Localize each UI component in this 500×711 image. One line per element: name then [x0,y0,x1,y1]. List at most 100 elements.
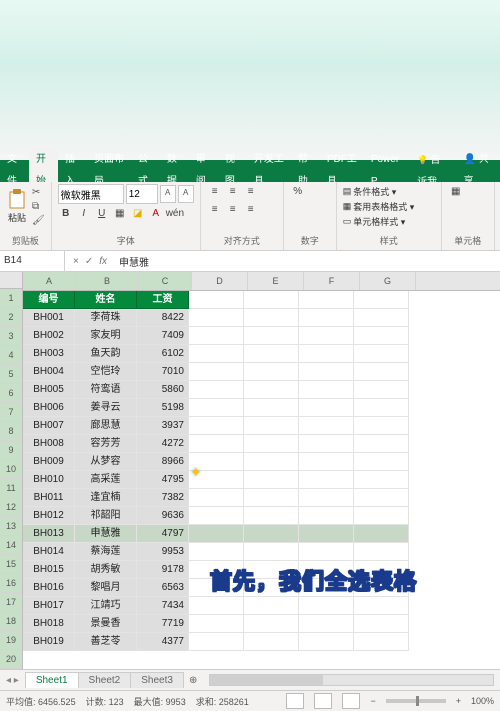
column-header-A[interactable]: A [23,272,76,290]
table-row[interactable]: BH011逢宜楠7382 [23,489,500,507]
cell[interactable] [354,363,409,381]
row-header[interactable]: 19 [0,631,22,650]
cell[interactable]: 从梦容 [75,453,137,471]
cell[interactable] [244,309,299,327]
table-row[interactable]: BH013申慧雅4797 [23,525,500,543]
align-center-icon[interactable]: ≡ [225,202,241,218]
zoom-in-button[interactable]: + [456,696,461,706]
cell[interactable]: BH001 [23,309,75,327]
cell[interactable] [244,399,299,417]
table-row[interactable]: BH010高采莲4795 [23,471,500,489]
accept-formula-icon[interactable]: ✓ [85,256,93,267]
cell[interactable]: BH010 [23,471,75,489]
cell[interactable] [189,327,244,345]
cell[interactable] [354,381,409,399]
row-header[interactable]: 8 [0,422,22,441]
cell[interactable]: BH014 [23,543,75,561]
cell[interactable] [244,561,299,579]
align-right-icon[interactable]: ≡ [243,202,259,218]
row-header[interactable]: 18 [0,612,22,631]
cell[interactable]: 5860 [137,381,189,399]
cell[interactable]: 5198 [137,399,189,417]
cell[interactable] [189,381,244,399]
cell[interactable] [189,489,244,507]
table-row[interactable]: BH009从梦容8966 [23,453,500,471]
cell[interactable] [299,633,354,651]
cell[interactable] [299,543,354,561]
cell[interactable] [354,345,409,363]
cell[interactable] [299,435,354,453]
row-header[interactable]: 5 [0,365,22,384]
cell[interactable]: 黎唱月 [75,579,137,597]
zoom-level[interactable]: 100% [471,696,494,706]
cell[interactable] [189,453,244,471]
cell[interactable] [299,327,354,345]
fill-color-button[interactable]: ◪ [130,206,146,222]
row-header[interactable]: 17 [0,593,22,612]
row-header[interactable]: 20 [0,650,22,669]
cell[interactable] [189,597,244,615]
cell[interactable] [189,309,244,327]
cell[interactable]: 7409 [137,327,189,345]
cell[interactable]: BH018 [23,615,75,633]
bold-button[interactable]: B [58,206,74,222]
cell[interactable]: 工资 [137,291,189,309]
cell[interactable]: 4797 [137,525,189,543]
cell[interactable] [244,597,299,615]
sheet-tab-Sheet2[interactable]: Sheet2 [78,672,132,688]
table-row[interactable]: BH001李荷珠8422 [23,309,500,327]
cell[interactable] [354,525,409,543]
cell[interactable]: 江靖巧 [75,597,137,615]
cell[interactable]: 鱼天韵 [75,345,137,363]
table-row[interactable]: BH003鱼天韵6102 [23,345,500,363]
row-header[interactable]: 14 [0,536,22,555]
cell[interactable] [189,579,244,597]
cell[interactable] [299,453,354,471]
cell[interactable] [299,399,354,417]
cell[interactable] [299,489,354,507]
column-header-C[interactable]: C [139,272,192,290]
cell[interactable]: BH003 [23,345,75,363]
cell[interactable] [244,453,299,471]
cell[interactable]: 7010 [137,363,189,381]
cell-styles-button[interactable]: ▭单元格样式 ▾ [343,214,435,229]
cell[interactable]: BH016 [23,579,75,597]
column-header-F[interactable]: F [304,272,360,290]
cell[interactable] [244,579,299,597]
cell[interactable]: 3937 [137,417,189,435]
table-row[interactable]: BH015胡秀敏9178 [23,561,500,579]
name-box[interactable]: B14 [0,251,65,271]
underline-button[interactable]: U [94,206,110,222]
row-header[interactable]: 2 [0,308,22,327]
cell[interactable] [299,291,354,309]
cell[interactable] [299,525,354,543]
cell[interactable] [244,471,299,489]
cell[interactable]: BH009 [23,453,75,471]
table-row[interactable]: BH018景曼香7719 [23,615,500,633]
row-header[interactable]: 13 [0,517,22,536]
align-mid-icon[interactable]: ≡ [225,184,241,200]
cell[interactable]: BH008 [23,435,75,453]
cell[interactable]: BH012 [23,507,75,525]
cell[interactable]: 景曼香 [75,615,137,633]
cell[interactable]: 家友明 [75,327,137,345]
cell[interactable] [244,633,299,651]
cell[interactable] [354,507,409,525]
format-painter-icon[interactable]: 🖌 [32,215,45,226]
cell[interactable]: BH017 [23,597,75,615]
percent-icon[interactable]: % [290,184,306,200]
select-all-corner[interactable] [0,272,22,289]
cell[interactable]: 9178 [137,561,189,579]
conditional-format-button[interactable]: ▤条件格式 ▾ [343,184,435,199]
cell[interactable] [244,507,299,525]
cut-icon[interactable]: ✂ [32,187,45,198]
font-size-select[interactable] [126,184,158,204]
cell[interactable] [189,543,244,561]
align-top-icon[interactable]: ≡ [207,184,223,200]
align-left-icon[interactable]: ≡ [207,202,223,218]
format-as-table-button[interactable]: ▦套用表格格式 ▾ [343,199,435,214]
cell[interactable] [189,435,244,453]
cell[interactable] [299,597,354,615]
zoom-out-button[interactable]: − [370,696,375,706]
cell[interactable] [244,291,299,309]
